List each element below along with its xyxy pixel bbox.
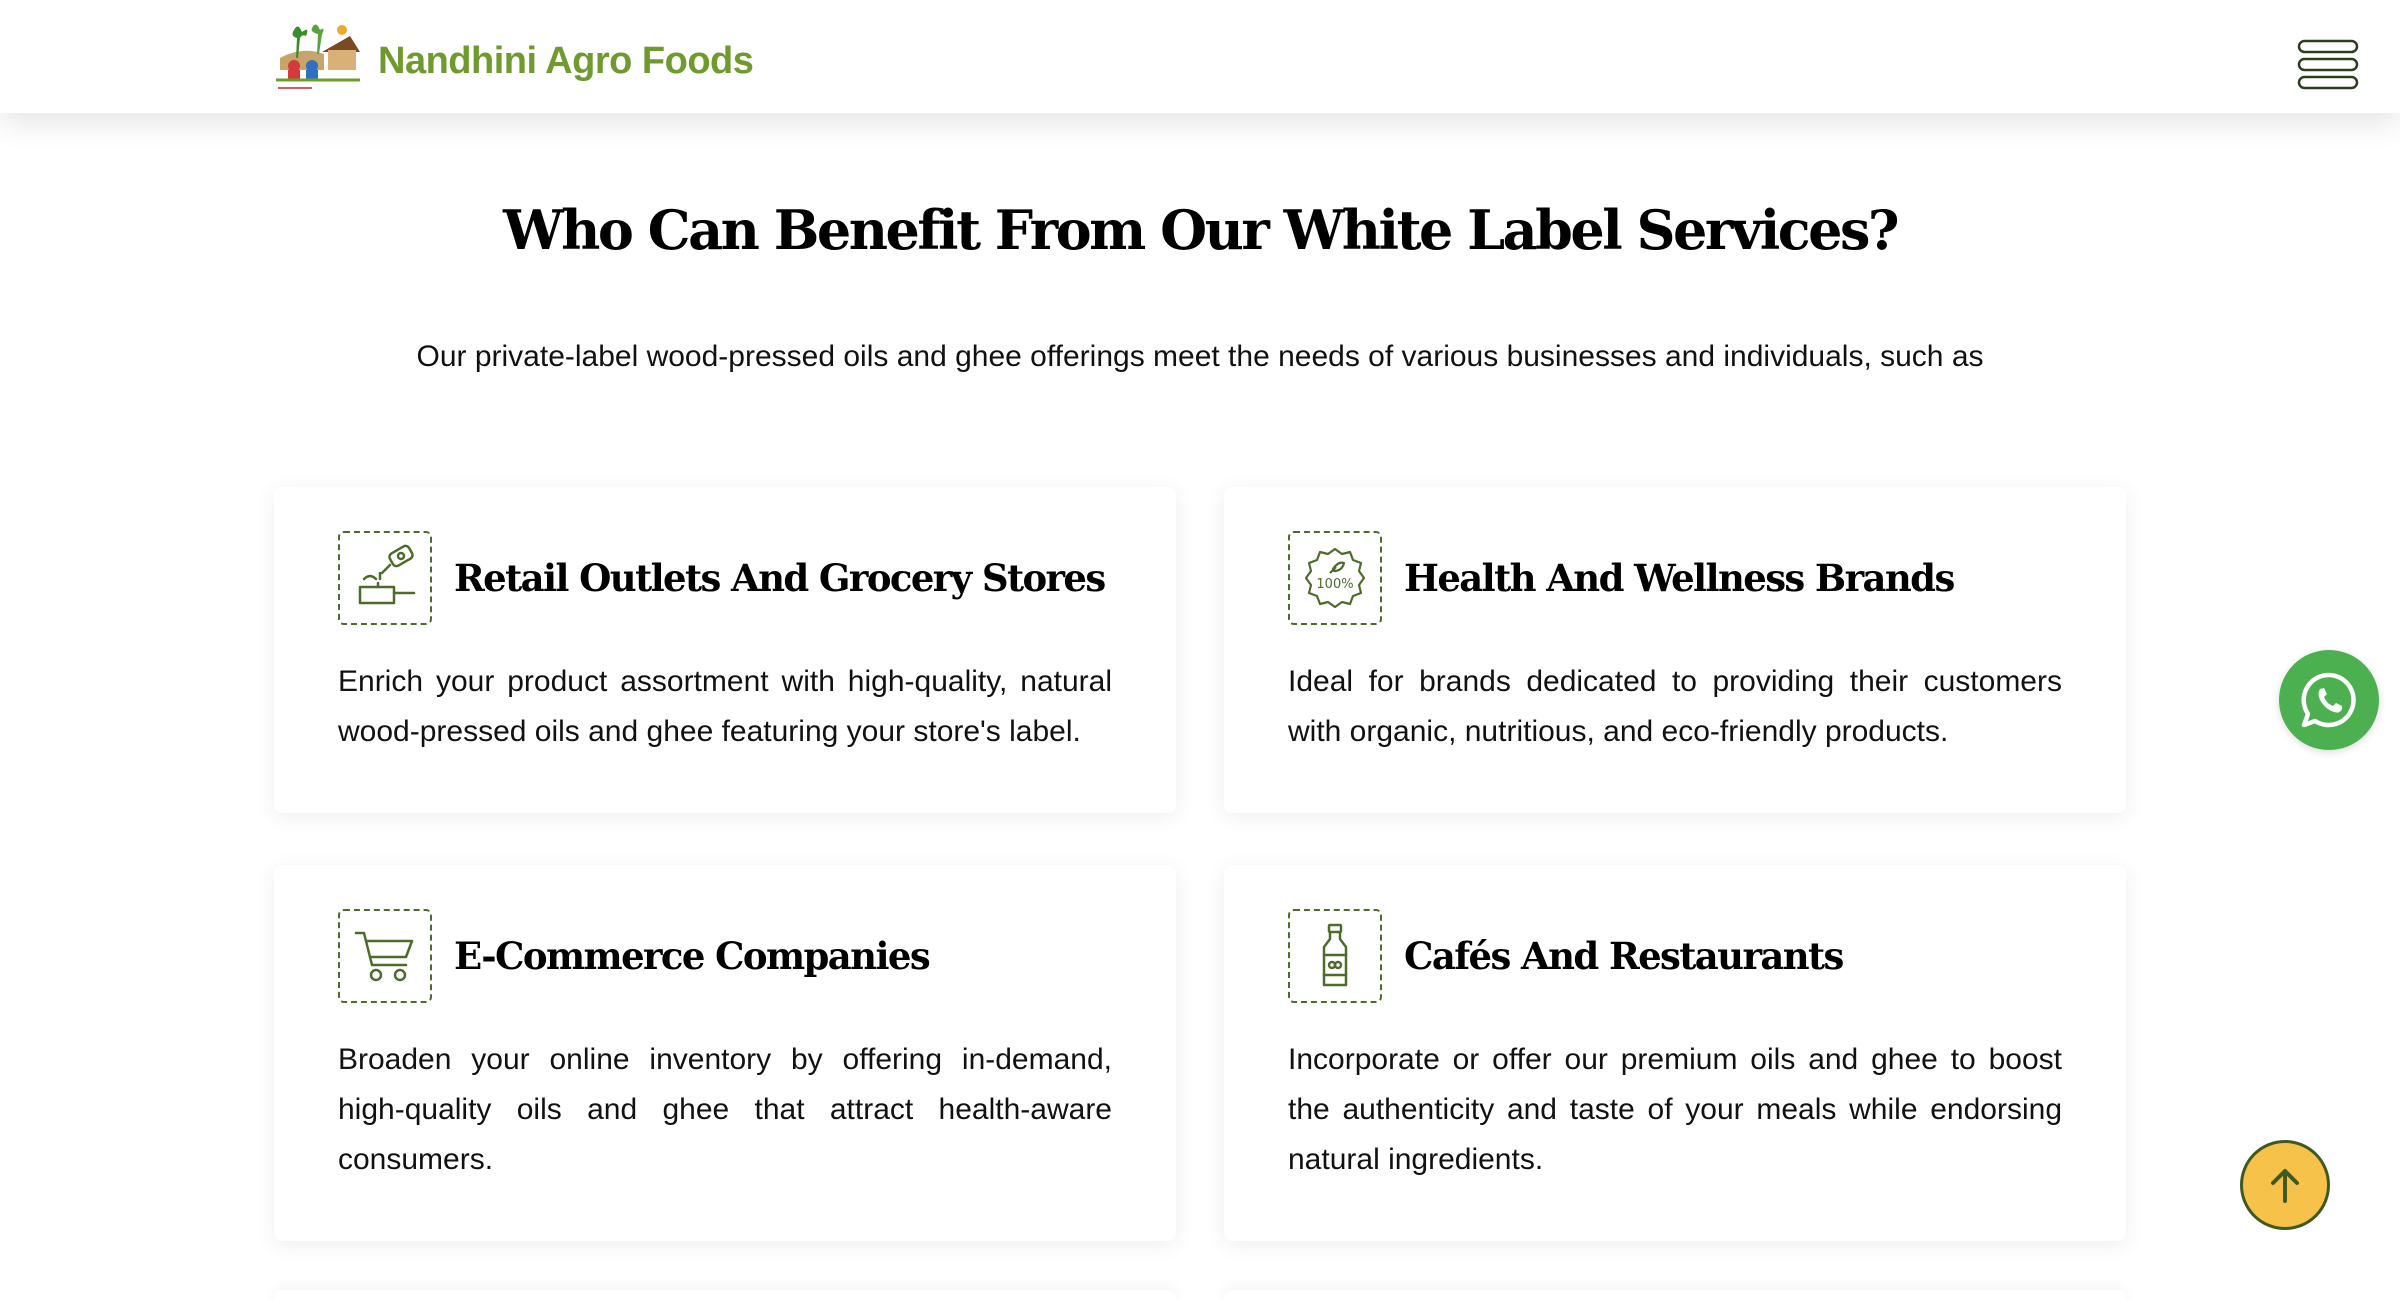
site-header: Nandhini Agro Foods bbox=[0, 0, 2400, 113]
card-description: Incorporate or offer our premium oils an… bbox=[1288, 1043, 2062, 1176]
oil-bottle-icon bbox=[1288, 909, 1382, 1003]
next-card-peek-right bbox=[1224, 1290, 2126, 1300]
section-title: Who Can Benefit From Our White Label Ser… bbox=[502, 198, 1900, 262]
card-title: Health And Wellness Brands bbox=[1404, 556, 1955, 600]
farm-logo-icon bbox=[272, 18, 364, 94]
whatsapp-icon bbox=[2301, 672, 2356, 728]
scroll-to-top-button[interactable] bbox=[2240, 1140, 2330, 1230]
card-title: Retail Outlets And Grocery Stores bbox=[454, 556, 1106, 600]
benefit-card-restaurants: Cafés And Restaurants Incorporate or off… bbox=[1224, 865, 2126, 1241]
organic-100-badge-icon: 100% bbox=[1288, 531, 1382, 625]
card-title: Cafés And Restaurants bbox=[1404, 934, 1844, 978]
shopping-cart-icon bbox=[338, 909, 432, 1003]
arrow-up-icon bbox=[2271, 1169, 2299, 1203]
card-title: E-Commerce Companies bbox=[454, 934, 931, 978]
hamburger-menu-button[interactable] bbox=[2297, 38, 2359, 92]
section-subtitle: Our private-label wood-pressed oils and … bbox=[416, 340, 1984, 373]
benefit-card-health: 100% Health And Wellness Brands Ideal fo… bbox=[1224, 487, 2126, 813]
whatsapp-button[interactable] bbox=[2279, 650, 2379, 750]
benefit-card-retail: Retail Outlets And Grocery Stores Enrich… bbox=[274, 487, 1176, 813]
svg-text:100%: 100% bbox=[1316, 577, 1353, 592]
next-card-peek-left bbox=[274, 1290, 1176, 1300]
hamburger-menu-icon bbox=[2297, 39, 2359, 90]
oil-pour-icon bbox=[338, 531, 432, 625]
card-description: Broaden your online inventory by offerin… bbox=[338, 1043, 1112, 1176]
card-description: Ideal for brands dedicated to providing … bbox=[1288, 665, 2062, 748]
benefit-card-ecommerce: E-Commerce Companies Broaden your online… bbox=[274, 865, 1176, 1241]
logo-link[interactable]: Nandhini Agro Foods bbox=[272, 18, 754, 94]
brand-name: Nandhini Agro Foods bbox=[378, 39, 754, 82]
card-description: Enrich your product assortment with high… bbox=[338, 665, 1112, 748]
